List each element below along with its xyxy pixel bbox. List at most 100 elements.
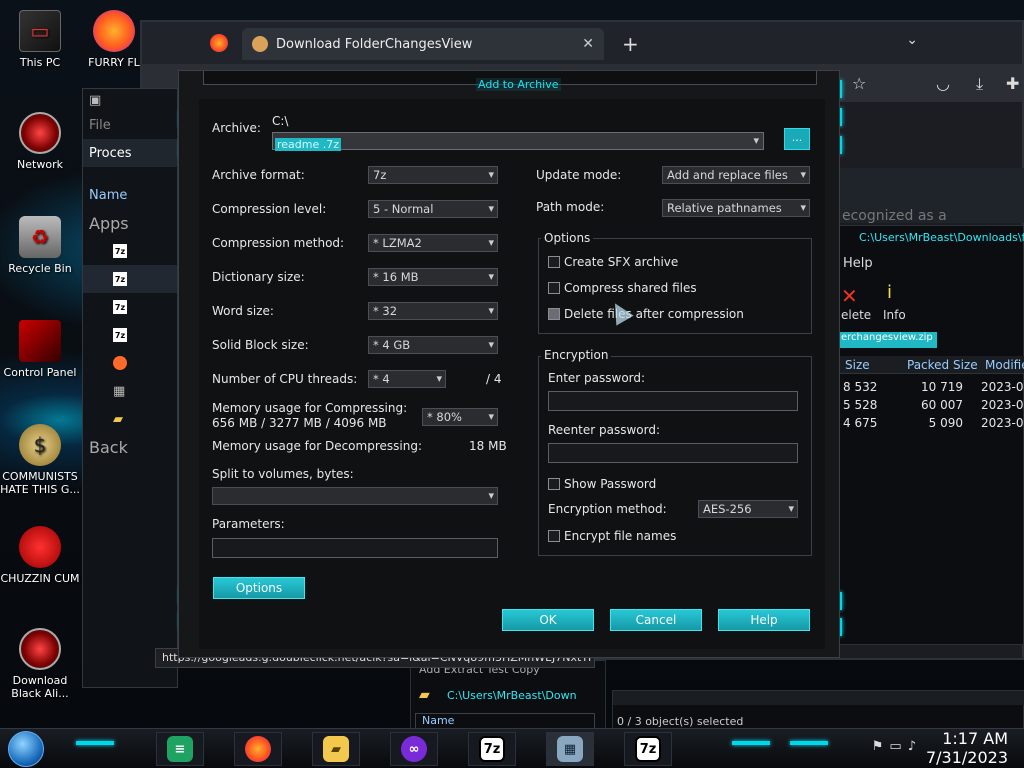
memory-compress-value: 656 MB / 3277 MB / 4096 MB bbox=[212, 416, 387, 430]
star-icon[interactable]: ☆ bbox=[852, 74, 866, 93]
tab-processes[interactable]: Proces bbox=[83, 139, 177, 167]
chevron-down-icon[interactable]: ⌄ bbox=[906, 32, 918, 48]
path-bar[interactable]: C:\Users\MrBeast\Down bbox=[447, 689, 605, 705]
delete-icon[interactable]: ✕ bbox=[841, 284, 858, 308]
compress-shared-checkbox[interactable]: Compress shared files bbox=[548, 281, 697, 295]
pocket-icon[interactable]: ◡ bbox=[936, 74, 950, 93]
encryption-method-select[interactable]: AES-256 bbox=[698, 500, 798, 518]
list-item[interactable]: 7z bbox=[83, 293, 177, 321]
new-tab-button[interactable]: + bbox=[622, 32, 639, 56]
table-row[interactable]: 8 532 10 719 2023-03- bbox=[839, 380, 1024, 398]
memory-compress-label: Memory usage for Compressing: bbox=[212, 401, 408, 415]
section-background: Back bbox=[89, 437, 128, 457]
browse-button[interactable]: ... bbox=[784, 128, 810, 150]
table-row[interactable]: 5 528 60 007 2023-03- bbox=[839, 398, 1024, 416]
7zip-icon: 7z bbox=[635, 736, 661, 762]
compression-method-select[interactable]: * LZMA2 bbox=[368, 234, 498, 252]
taskbar-7zip-2[interactable]: 7z bbox=[624, 732, 672, 766]
create-sfx-checkbox[interactable]: Create SFX archive bbox=[548, 255, 678, 269]
table-row[interactable]: 4 675 5 090 2023-03- bbox=[839, 416, 1024, 434]
browser-tab[interactable]: Download FolderChangesView ✕ bbox=[242, 28, 604, 60]
taskbar-file-explorer[interactable]: ▰ bbox=[312, 732, 360, 766]
firefox-icon[interactable] bbox=[210, 34, 228, 52]
reenter-password-input[interactable] bbox=[548, 443, 798, 463]
password-input[interactable] bbox=[548, 391, 798, 411]
path-mode-select[interactable]: Relative pathnames bbox=[662, 199, 810, 217]
menu-help[interactable]: Help bbox=[843, 256, 873, 271]
system-tray[interactable]: ⚑▭♪ bbox=[872, 739, 922, 754]
taskbar-clock[interactable]: 1:17 AM 7/31/2023 bbox=[926, 729, 1008, 767]
desktop-icon-network[interactable]: Network bbox=[0, 112, 82, 171]
taskbar-sheets[interactable]: ≡ bbox=[156, 732, 204, 766]
list-item[interactable] bbox=[83, 349, 177, 377]
options-button[interactable]: Options bbox=[213, 577, 305, 599]
compression-level-label: Compression level: bbox=[212, 202, 327, 216]
clock-time: 1:17 AM bbox=[942, 729, 1008, 748]
column-name[interactable]: Name bbox=[415, 713, 595, 729]
help-button[interactable]: Help bbox=[718, 609, 810, 631]
folder-up-icon[interactable]: ▰ bbox=[419, 687, 430, 703]
update-mode-select[interactable]: Add and replace files bbox=[662, 166, 810, 184]
delete-after-compression-checkbox[interactable]: Delete files after compression bbox=[548, 307, 744, 321]
info-label: Info bbox=[883, 308, 906, 322]
memory-percent-select[interactable]: * 80% bbox=[422, 408, 498, 426]
path-bar[interactable]: C:\Users\MrBeast\Downloads\fold bbox=[859, 231, 1024, 244]
menu-file[interactable]: File bbox=[83, 111, 177, 139]
archive-name-input[interactable]: readme .7z bbox=[272, 132, 764, 151]
download-icon[interactable]: ⤓ bbox=[976, 74, 983, 94]
close-icon[interactable]: ✕ bbox=[582, 36, 594, 52]
cpu-threads-select[interactable]: * 4 bbox=[368, 370, 446, 388]
word-size-select[interactable]: * 32 bbox=[368, 302, 498, 320]
parameters-input[interactable] bbox=[212, 538, 498, 558]
column-name[interactable]: Name bbox=[83, 181, 177, 209]
horizontal-scrollbar[interactable] bbox=[613, 691, 1024, 705]
list-item[interactable]: ▦ bbox=[83, 377, 177, 405]
column-modified[interactable]: Modifie bbox=[985, 358, 1024, 372]
desktop-icon-this-pc[interactable]: ▭ This PC bbox=[0, 10, 82, 69]
display-icon[interactable]: ▭ bbox=[889, 739, 907, 754]
desktop-icon-download-black[interactable]: Download Black Ali... bbox=[0, 628, 82, 700]
dictionary-size-select[interactable]: * 16 MB bbox=[368, 268, 498, 286]
cpu-threads-label: Number of CPU threads: bbox=[212, 372, 358, 386]
desktop-icon-chuzzin[interactable]: CHUZZIN CUM bbox=[0, 526, 82, 585]
encrypt-file-names-checkbox[interactable]: Encrypt file names bbox=[548, 529, 676, 543]
list-item[interactable]: 7z bbox=[83, 237, 177, 265]
info-icon[interactable]: i bbox=[887, 282, 892, 303]
file-explorer-icon: ▰ bbox=[323, 736, 349, 762]
split-volumes-select[interactable] bbox=[212, 487, 498, 505]
infinity-icon: ∞ bbox=[401, 736, 427, 762]
file-manager-bottom: Add Extract Test Copy ▰ C:\Users\MrBeast… bbox=[410, 660, 606, 730]
volume-icon[interactable]: ♪ bbox=[908, 739, 922, 754]
clock-date: 7/31/2023 bbox=[925, 748, 1008, 767]
list-item[interactable]: 7z bbox=[83, 321, 177, 349]
ok-button[interactable]: OK bbox=[502, 609, 594, 631]
desktop-icon-communists[interactable]: $ COMMUNISTS HATE THIS G... bbox=[0, 424, 82, 496]
desktop-icon-control-panel[interactable]: Control Panel bbox=[0, 320, 82, 379]
archive-format-select[interactable]: 7z bbox=[368, 166, 498, 184]
solid-block-size-select[interactable]: * 4 GB bbox=[368, 336, 498, 354]
start-button[interactable] bbox=[8, 731, 44, 767]
column-packed-size[interactable]: Packed Size bbox=[907, 358, 978, 372]
list-item[interactable]: ▰ bbox=[83, 405, 177, 433]
compression-level-select[interactable]: 5 - Normal bbox=[368, 200, 498, 218]
page-favicon-icon bbox=[252, 36, 268, 52]
selected-file-path[interactable]: erchangesview.zip bbox=[839, 332, 937, 348]
memory-decompress-value: 18 MB bbox=[469, 439, 507, 453]
network-status-icon[interactable]: ⚑ bbox=[872, 739, 890, 754]
solid-block-size-label: Solid Block size: bbox=[212, 338, 309, 352]
taskbar-task-manager[interactable]: ▦ bbox=[546, 732, 594, 766]
taskbar-7zip[interactable]: 7z bbox=[468, 732, 516, 766]
taskbar-firefox[interactable] bbox=[234, 732, 282, 766]
list-item[interactable]: 7z bbox=[83, 265, 177, 293]
archive-label: Archive: bbox=[212, 121, 261, 135]
encryption-method-label: Encryption method: bbox=[548, 502, 667, 516]
taskbar-infinity[interactable]: ∞ bbox=[390, 732, 438, 766]
cancel-button[interactable]: Cancel bbox=[610, 609, 702, 631]
desktop-icon-recycle-bin[interactable]: ♻ Recycle Bin bbox=[0, 216, 82, 275]
show-password-checkbox[interactable]: Show Password bbox=[548, 477, 656, 491]
extensions-icon[interactable]: ✚ bbox=[1006, 74, 1019, 93]
selection-status: 0 / 3 object(s) selected bbox=[617, 715, 744, 728]
update-mode-label: Update mode: bbox=[536, 168, 622, 182]
column-size[interactable]: Size bbox=[845, 358, 870, 372]
word-size-label: Word size: bbox=[212, 304, 274, 318]
